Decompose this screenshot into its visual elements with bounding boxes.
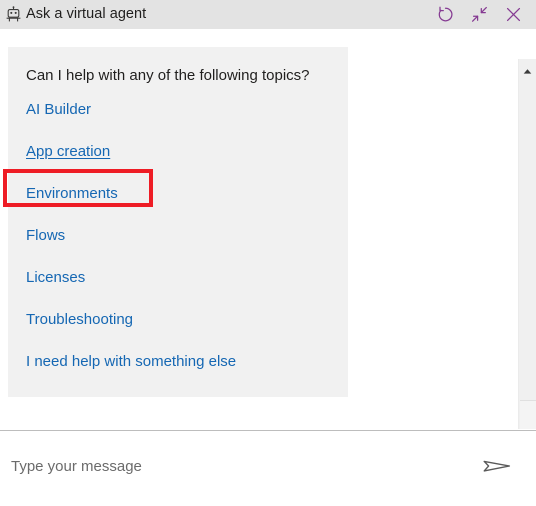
titlebar-actions	[428, 0, 536, 29]
topic-link-app-creation[interactable]: App creation	[26, 143, 110, 160]
list-item: Licenses	[8, 257, 348, 299]
list-item: Flows	[8, 215, 348, 257]
bot-message-bubble: Can I help with any of the following top…	[8, 47, 348, 397]
scrollbar-thumb[interactable]	[520, 80, 536, 400]
list-item: I need help with something else	[8, 341, 348, 383]
bot-message-text: Can I help with any of the following top…	[26, 67, 310, 84]
topic-link-licenses[interactable]: Licenses	[26, 269, 85, 286]
refresh-circular-arrow-icon[interactable]	[428, 0, 462, 29]
window-titlebar: Ask a virtual agent	[0, 0, 536, 29]
topic-suggestion-list: AI Builder App creation Environments Flo…	[8, 89, 348, 383]
topic-link-environments[interactable]: Environments	[26, 185, 118, 202]
chat-scrollbar[interactable]	[518, 59, 536, 429]
chat-transcript: Can I help with any of the following top…	[0, 29, 536, 429]
message-composer	[0, 430, 536, 506]
list-item: Troubleshooting	[8, 299, 348, 341]
list-item: Environments	[8, 173, 348, 215]
list-item: AI Builder	[8, 89, 348, 131]
send-button[interactable]	[470, 444, 524, 492]
scroll-up-arrow-icon[interactable]	[519, 62, 536, 80]
send-paper-plane-icon	[482, 455, 512, 480]
topic-link-flows[interactable]: Flows	[26, 227, 65, 244]
virtual-agent-chat-window: Ask a virtual agent Can I help with any …	[0, 0, 536, 506]
robot-icon	[0, 0, 26, 29]
collapse-diagonal-arrows-icon[interactable]	[462, 0, 496, 29]
topic-link-ai-builder[interactable]: AI Builder	[26, 101, 91, 118]
scrollbar-track[interactable]	[520, 400, 536, 429]
topic-link-troubleshooting[interactable]: Troubleshooting	[26, 311, 133, 328]
list-item: App creation	[8, 131, 348, 173]
window-title: Ask a virtual agent	[26, 6, 147, 22]
close-x-icon[interactable]	[496, 0, 530, 29]
message-input[interactable]	[0, 446, 470, 487]
topic-link-something-else[interactable]: I need help with something else	[26, 353, 236, 370]
